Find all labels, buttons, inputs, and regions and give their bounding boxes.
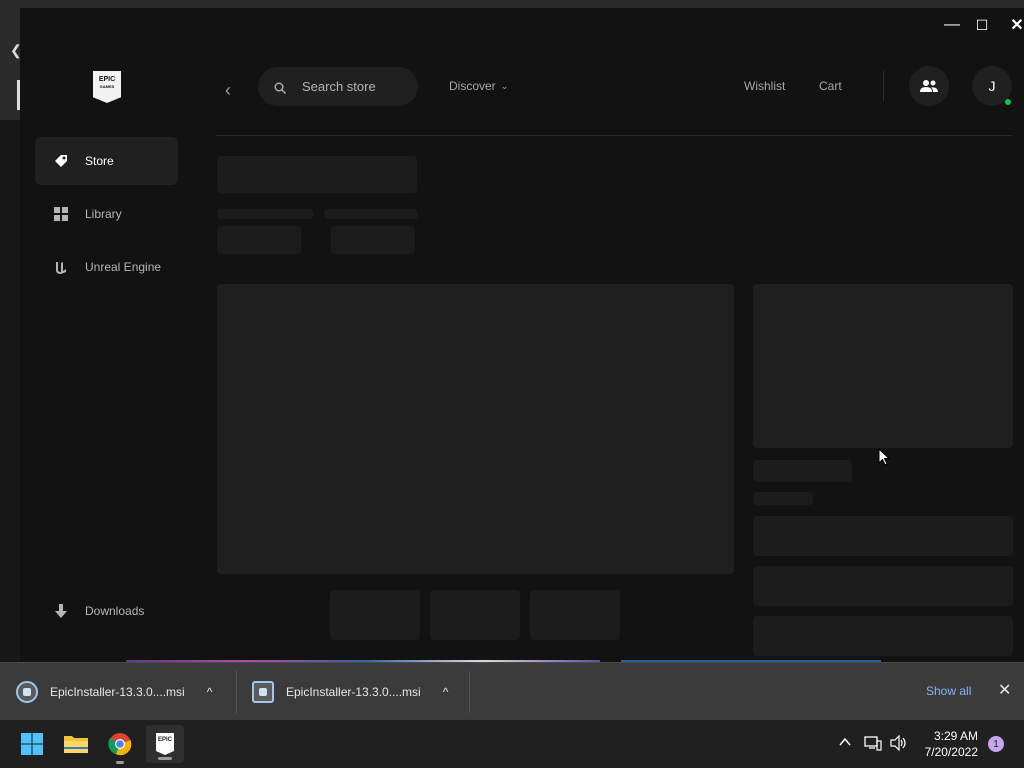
wishlist-link[interactable]: Wishlist xyxy=(744,79,785,93)
sidebar-item-store[interactable]: Store xyxy=(35,137,178,185)
loading-placeholder-hero xyxy=(217,284,734,574)
chevron-up-icon[interactable]: ^ xyxy=(443,685,449,699)
volume-icon[interactable] xyxy=(890,734,908,754)
background-window-panel xyxy=(0,120,20,662)
close-button[interactable]: ✕ xyxy=(1005,16,1024,34)
sidebar-item-label: Store xyxy=(85,154,114,168)
windows-start-icon[interactable] xyxy=(18,730,46,758)
loading-placeholder-thumb xyxy=(430,590,520,640)
show-all-button[interactable]: Show all xyxy=(926,684,971,698)
loading-placeholder-button xyxy=(753,516,1013,556)
close-shelf-button[interactable]: ✕ xyxy=(998,680,1011,700)
sidebar: EPIC GAMES Store Library Unreal Engine D… xyxy=(20,8,220,662)
grid-icon xyxy=(53,206,69,222)
search-input[interactable] xyxy=(300,78,414,95)
loading-placeholder-thumb xyxy=(330,590,420,640)
sidebar-item-unreal-engine[interactable]: Unreal Engine xyxy=(35,243,178,291)
clock-date: 7/20/2022 xyxy=(924,745,978,759)
network-icon[interactable] xyxy=(864,735,882,754)
mouse-cursor-icon xyxy=(878,448,890,466)
loading-placeholder-side-image xyxy=(753,284,1013,448)
friends-icon xyxy=(920,80,938,92)
discover-label: Discover xyxy=(449,79,496,93)
divider xyxy=(236,671,237,713)
epic-launcher-window: — ☐ ✕ EPIC GAMES Store Library Unreal En… xyxy=(20,8,1024,662)
tag-icon xyxy=(53,153,69,169)
loading-placeholder-line xyxy=(753,460,852,482)
active-indicator xyxy=(158,757,172,760)
maximize-button[interactable]: ☐ xyxy=(970,16,994,34)
search-icon xyxy=(274,81,286,94)
loading-placeholder-chip xyxy=(217,226,301,254)
loading-placeholder-chip xyxy=(331,226,415,254)
divider xyxy=(469,671,470,713)
chevron-up-icon[interactable]: ^ xyxy=(207,685,213,699)
sidebar-item-label: Library xyxy=(85,207,122,221)
online-status-dot xyxy=(1005,99,1011,105)
friends-button[interactable] xyxy=(909,66,949,106)
download-icon xyxy=(53,603,69,619)
download-filename: EpicInstaller-13.3.0....msi xyxy=(286,684,421,699)
unreal-icon xyxy=(53,259,69,275)
cart-link[interactable]: Cart xyxy=(819,79,842,93)
epic-games-logo[interactable]: EPIC GAMES xyxy=(93,71,121,103)
loading-placeholder-line xyxy=(753,492,813,505)
sidebar-item-label: Downloads xyxy=(85,604,145,618)
sidebar-item-library[interactable]: Library xyxy=(35,190,178,238)
download-item[interactable]: EpicInstaller-13.3.0....msi ^ xyxy=(16,663,212,720)
system-clock[interactable]: 3:29 AM 7/20/2022 xyxy=(914,728,978,760)
loading-placeholder-tab xyxy=(324,209,418,219)
installer-file-icon xyxy=(252,680,274,703)
download-filename: EpicInstaller-13.3.0....msi xyxy=(50,684,185,699)
profile-avatar-button[interactable]: J xyxy=(972,66,1012,106)
search-bar[interactable] xyxy=(258,67,418,106)
taskbar: EPIC 3:29 AM 7/20/2022 1 xyxy=(0,720,1024,768)
chrome-icon[interactable] xyxy=(106,730,134,764)
loading-placeholder-title xyxy=(217,156,417,193)
installer-file-icon xyxy=(16,680,38,703)
loading-placeholder-button xyxy=(753,566,1013,606)
back-chevron-icon[interactable]: ‹ xyxy=(225,80,231,101)
loading-placeholder-thumb xyxy=(530,590,620,640)
chevron-up-icon[interactable] xyxy=(838,735,852,752)
clock-time: 3:29 AM xyxy=(933,729,978,743)
notification-badge[interactable]: 1 xyxy=(988,736,1004,752)
avatar-letter: J xyxy=(988,78,996,94)
sidebar-item-downloads[interactable]: Downloads xyxy=(35,587,178,635)
epic-games-taskbar-button[interactable]: EPIC xyxy=(146,725,184,763)
epic-games-icon: EPIC xyxy=(156,733,174,755)
downloads-shelf: EpicInstaller-13.3.0....msi ^ EpicInstal… xyxy=(0,662,1024,720)
file-explorer-icon[interactable] xyxy=(62,730,90,758)
download-item[interactable]: EpicInstaller-13.3.0....msi ^ xyxy=(252,663,448,720)
header-divider xyxy=(216,135,1012,136)
running-indicator xyxy=(116,761,124,764)
chevron-down-icon: ⌄ xyxy=(500,80,509,91)
minimize-button[interactable]: — xyxy=(940,16,964,34)
loading-placeholder-button xyxy=(753,616,1013,656)
discover-dropdown[interactable]: Discover ⌄ xyxy=(449,79,508,93)
sidebar-item-label: Unreal Engine xyxy=(85,260,162,274)
loading-placeholder-tab xyxy=(217,209,313,219)
divider xyxy=(883,71,884,101)
